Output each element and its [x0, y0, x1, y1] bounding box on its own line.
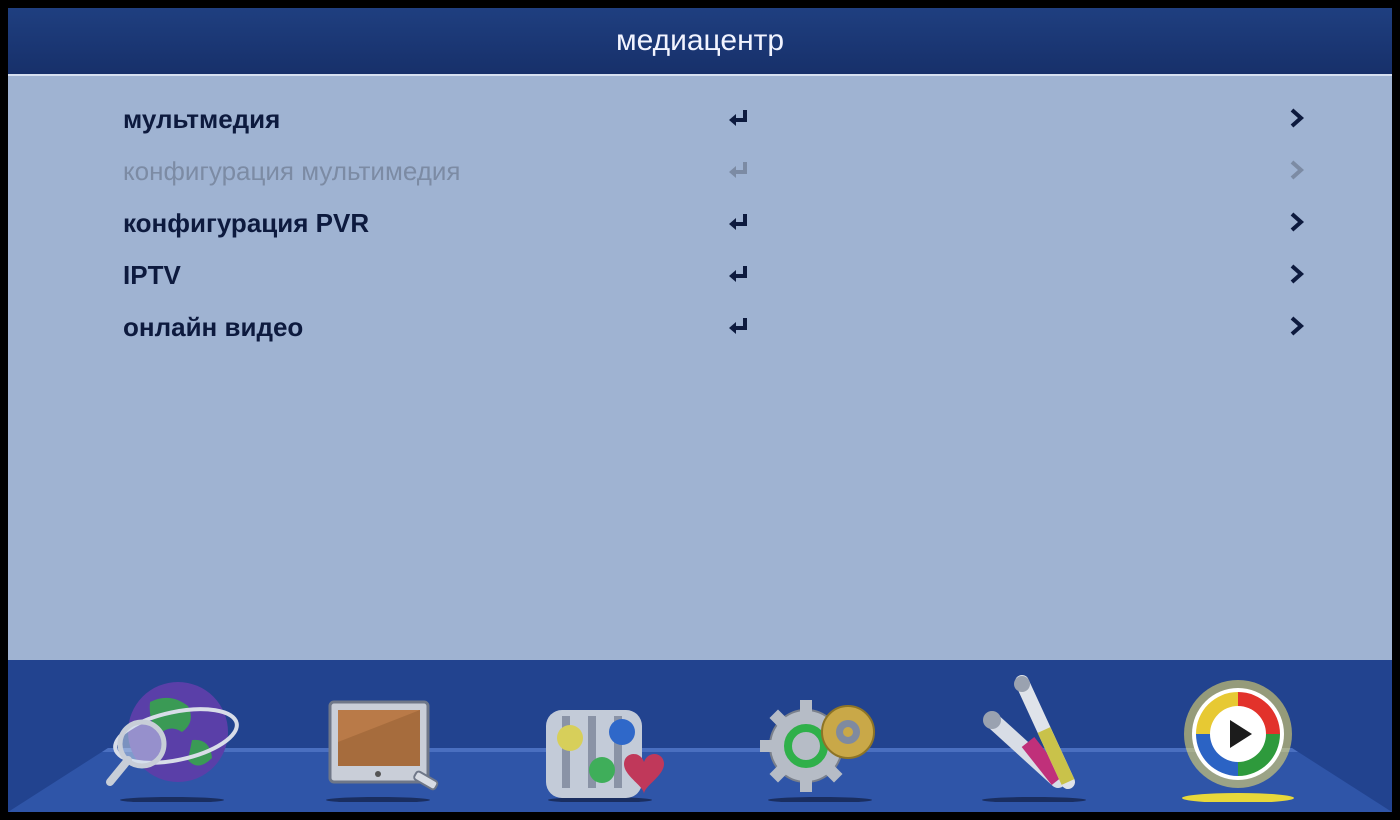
tv-icon: [326, 700, 439, 802]
menu-item-label: конфигурация мультимедия: [123, 156, 461, 186]
dock-item-internet[interactable]: [100, 672, 240, 802]
enter-icon: [729, 266, 747, 282]
title-bar: медиацентр: [8, 8, 1392, 76]
menu-item-label: конфигурация PVR: [123, 208, 370, 238]
chevron-right-icon: [1290, 160, 1305, 180]
rca-cables-icon: [982, 675, 1086, 802]
chevron-right-icon[interactable]: [1286, 314, 1308, 338]
enter-icon: [729, 214, 747, 230]
dock-item-av-output[interactable]: [972, 672, 1112, 802]
dock-item-favorites[interactable]: [536, 672, 676, 802]
menu-list: мультмедия конфигурация мультимедия конф…: [8, 94, 1392, 354]
media-play-icon: [1182, 680, 1294, 802]
media-center-screen: медиацентр мультмедия конфигурация мульт…: [8, 8, 1392, 812]
menu-item-label: IPTV: [123, 260, 181, 290]
enter-icon: [729, 162, 747, 178]
menu-item-online-video[interactable]: онлайн видео: [8, 302, 1392, 354]
menu-item-label: мультмедия: [123, 104, 281, 134]
globe-icon: [106, 682, 239, 802]
page-title: медиацентр: [615, 24, 785, 57]
menu-item-multimedia[interactable]: мультмедия: [8, 94, 1392, 146]
menu-item-pvr-config[interactable]: конфигурация PVR: [8, 198, 1392, 250]
enter-icon: [729, 110, 747, 126]
menu-item-multimedia-config: конфигурация мультимедия: [8, 146, 1392, 198]
dock-bar: [8, 660, 1392, 812]
dock-item-settings[interactable]: [754, 672, 894, 802]
equalizer-heart-icon: [546, 710, 664, 802]
chevron-right-icon[interactable]: [1286, 210, 1308, 234]
gears-icon: [760, 700, 875, 802]
dock-item-media-center[interactable]: [1182, 672, 1322, 802]
menu-item-label: онлайн видео: [123, 312, 304, 342]
dock-item-tv[interactable]: [318, 672, 458, 802]
chevron-right-icon[interactable]: [1286, 106, 1308, 130]
menu-item-iptv[interactable]: IPTV: [8, 250, 1392, 302]
chevron-right-icon[interactable]: [1286, 262, 1308, 286]
enter-icon: [729, 318, 747, 334]
